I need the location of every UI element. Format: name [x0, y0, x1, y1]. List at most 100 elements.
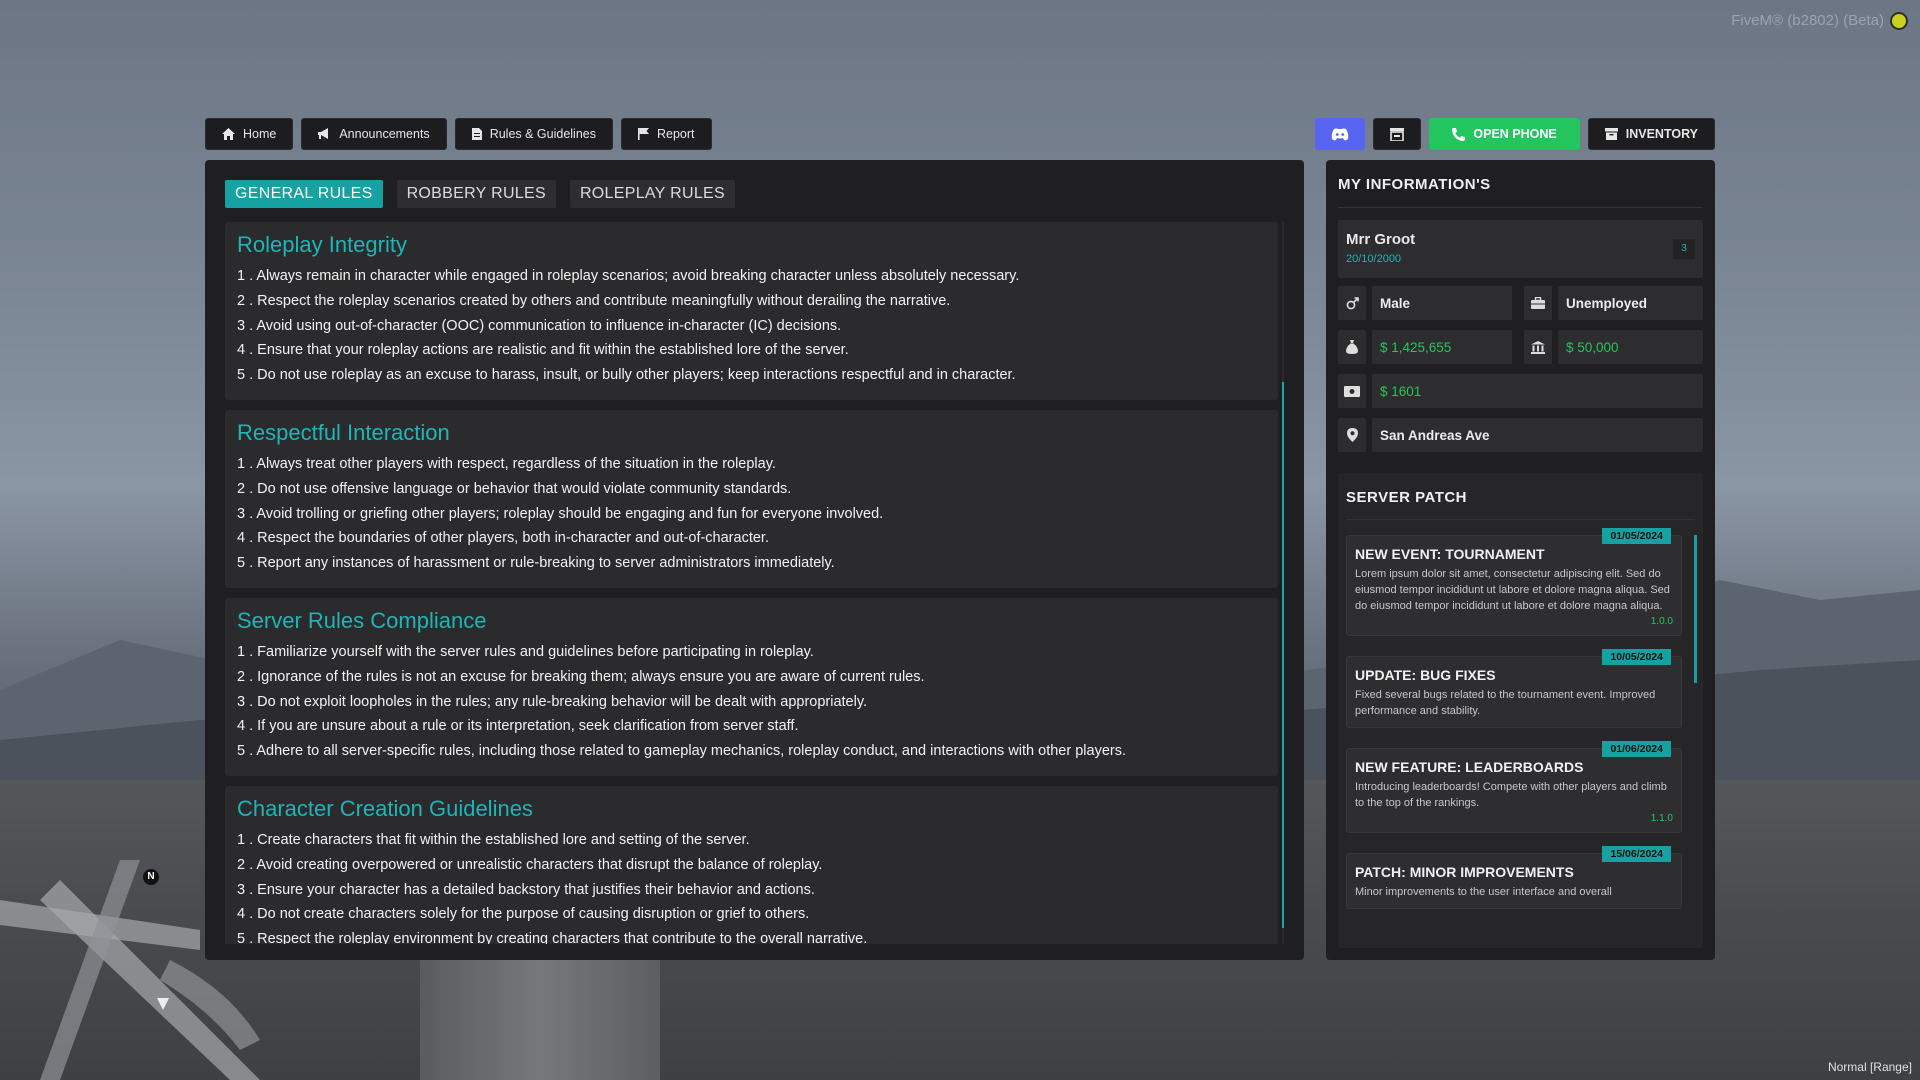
- fivem-logo-icon: [1890, 12, 1908, 30]
- rule-section-title: Respectful Interaction: [237, 419, 450, 445]
- rule-item: 5 . Do not use roleplay as an excuse to …: [237, 367, 1016, 384]
- rule-item: 5 . Report any instances of harassment o…: [237, 555, 835, 572]
- banknote-icon: [1344, 385, 1360, 397]
- map-pin-icon: [1346, 428, 1358, 442]
- home-button[interactable]: Home: [205, 118, 294, 150]
- rule-item: 3 . Do not exploit loopholes in the rule…: [237, 693, 868, 710]
- character-name: Mrr Groot: [1346, 231, 1416, 248]
- patch-card: 01/05/2024 NEW EVENT: TOURNAMENT Lorem i…: [1346, 528, 1682, 636]
- patch-title: NEW EVENT: TOURNAMENT: [1355, 546, 1545, 562]
- job-icon-box: [1524, 286, 1552, 320]
- bank-icon: [1531, 340, 1545, 354]
- divider: [1338, 207, 1703, 208]
- report-button[interactable]: Report: [621, 118, 712, 150]
- cash-field: $ 1,425,655: [1372, 330, 1512, 364]
- money-bag-icon: [1346, 340, 1358, 354]
- player-position-icon: [157, 998, 169, 1010]
- inventory-button-label: INVENTORY: [1625, 127, 1698, 141]
- patch-scrollbar-thumb[interactable]: [1694, 535, 1697, 683]
- briefcase-icon: [1531, 297, 1545, 309]
- information-panel: MY INFORMATION'S Mrr Groot 20/10/2000 3 …: [1326, 160, 1715, 960]
- rules-list[interactable]: Roleplay Integrity 1 . Always remain in …: [225, 222, 1278, 944]
- rule-item: 1 . Create characters that fit within th…: [237, 831, 750, 848]
- fivem-watermark: FiveM® (b2802) (Beta): [1731, 12, 1884, 29]
- patch-version: 1.0.0: [1650, 616, 1673, 627]
- rules-tabs: GENERAL RULES ROBBERY RULES ROLEPLAY RUL…: [225, 180, 735, 208]
- server-patch-title: SERVER PATCH: [1346, 489, 1468, 506]
- rule-item: 5 . Adhere to all server-specific rules,…: [237, 743, 1126, 760]
- server-patch-box: SERVER PATCH 01/05/2024 NEW EVENT: TOURN…: [1338, 473, 1703, 948]
- patch-description: Lorem ipsum dolor sit amet, consectetur …: [1355, 568, 1670, 612]
- inventory-button[interactable]: INVENTORY: [1587, 118, 1715, 150]
- character-dob: 20/10/2000: [1346, 253, 1402, 265]
- top-nav-right: OPEN PHONE INVENTORY: [1315, 118, 1715, 150]
- patch-description: Minor improvements to the user interface…: [1355, 886, 1612, 898]
- rule-item: 4 . Ensure that your roleplay actions ar…: [237, 342, 849, 359]
- tab-robbery-rules[interactable]: ROBBERY RULES: [396, 180, 556, 208]
- rule-item: 1 . Familiarize yourself with the server…: [237, 643, 814, 660]
- black-money-field: $ 1601: [1372, 374, 1703, 408]
- patch-date-badge: 10/05/2024: [1602, 649, 1671, 665]
- patch-title: NEW FEATURE: LEADERBOARDS: [1355, 759, 1584, 775]
- open-phone-button[interactable]: OPEN PHONE: [1429, 118, 1580, 150]
- rules-guidelines-button-label: Rules & Guidelines: [489, 127, 596, 141]
- rule-item: 5 . Respect the roleplay environment by …: [237, 931, 868, 944]
- gender-icon-box: [1338, 286, 1366, 320]
- bank-field: $ 50,000: [1558, 330, 1703, 364]
- location-field: San Andreas Ave: [1372, 418, 1703, 452]
- black-money-icon-box: [1338, 374, 1366, 408]
- cash-icon-box: [1338, 330, 1366, 364]
- rule-item: 3 . Avoid using out-of-character (OOC) c…: [237, 317, 842, 334]
- patch-date-badge: 01/06/2024: [1602, 741, 1671, 757]
- patch-list[interactable]: 01/05/2024 NEW EVENT: TOURNAMENT Lorem i…: [1346, 528, 1682, 929]
- home-button-label: Home: [243, 127, 277, 141]
- gender-field: Male: [1372, 286, 1512, 320]
- rule-section-roleplay-integrity: Roleplay Integrity 1 . Always remain in …: [225, 222, 1278, 400]
- rule-item: 4 . Do not create characters solely for …: [237, 906, 810, 923]
- patch-date-badge: 15/06/2024: [1602, 846, 1671, 862]
- patch-card: 15/06/2024 PATCH: MINOR IMPROVEMENTS Min…: [1346, 846, 1682, 909]
- flag-icon: [638, 128, 649, 140]
- patch-date-badge: 01/05/2024: [1602, 528, 1671, 544]
- patch-version: 1.1.0: [1650, 813, 1673, 824]
- announcements-button-label: Announcements: [339, 127, 430, 141]
- rule-item: 2 . Ignorance of the rules is not an exc…: [237, 668, 925, 685]
- discord-icon: [1332, 128, 1349, 140]
- patch-card: 01/06/2024 NEW FEATURE: LEADERBOARDS Int…: [1346, 741, 1682, 833]
- information-title: MY INFORMATION'S: [1338, 176, 1491, 193]
- voice-range-status: Normal [Range]: [1827, 1060, 1912, 1074]
- home-icon: [222, 128, 235, 140]
- patch-title: UPDATE: BUG FIXES: [1355, 667, 1496, 683]
- job-field: Unemployed: [1558, 286, 1703, 320]
- tab-roleplay-rules[interactable]: ROLEPLAY RULES: [569, 180, 735, 208]
- rule-item: 3 . Ensure your character has a detailed…: [237, 881, 815, 898]
- tab-general-rules[interactable]: GENERAL RULES: [225, 180, 383, 208]
- rule-item: 3 . Avoid trolling or griefing other pla…: [237, 505, 884, 522]
- location-icon-box: [1338, 418, 1366, 452]
- phone-icon: [1452, 127, 1466, 141]
- rule-section-title: Roleplay Integrity: [237, 232, 407, 257]
- bank-icon-box: [1524, 330, 1552, 364]
- rule-section-server-rules-compliance: Server Rules Compliance 1 . Familiarize …: [225, 597, 1278, 776]
- rule-section-respectful-interaction: Respectful Interaction 1 . Always treat …: [225, 409, 1278, 588]
- store-button[interactable]: [1373, 118, 1422, 150]
- box-icon: [1604, 128, 1618, 140]
- profile-card: Mrr Groot 20/10/2000 3: [1338, 220, 1703, 278]
- open-phone-button-label: OPEN PHONE: [1473, 127, 1557, 141]
- rule-item: 4 . Respect the boundaries of other play…: [237, 530, 769, 547]
- rule-item: 1 . Always treat other players with resp…: [237, 455, 776, 472]
- megaphone-icon: [318, 128, 329, 139]
- rule-item: 2 . Avoid creating overpowered or unreal…: [237, 856, 823, 873]
- patch-title: PATCH: MINOR IMPROVEMENTS: [1355, 864, 1574, 880]
- rules-scrollbar-thumb[interactable]: [1282, 382, 1284, 928]
- minimap-north-marker: N: [143, 869, 159, 885]
- rules-panel: GENERAL RULES ROBBERY RULES ROLEPLAY RUL…: [205, 160, 1304, 960]
- announcements-button[interactable]: Announcements: [301, 118, 447, 150]
- patch-card: 10/05/2024 UPDATE: BUG FIXES Fixed sever…: [1346, 649, 1682, 728]
- divider: [1346, 519, 1695, 520]
- discord-button[interactable]: [1315, 118, 1366, 150]
- report-button-label: Report: [657, 127, 695, 141]
- rule-item: 1 . Always remain in character while eng…: [237, 268, 1020, 284]
- rules-scrollbar[interactable]: [1282, 222, 1284, 944]
- rules-guidelines-button[interactable]: Rules & Guidelines: [454, 118, 613, 150]
